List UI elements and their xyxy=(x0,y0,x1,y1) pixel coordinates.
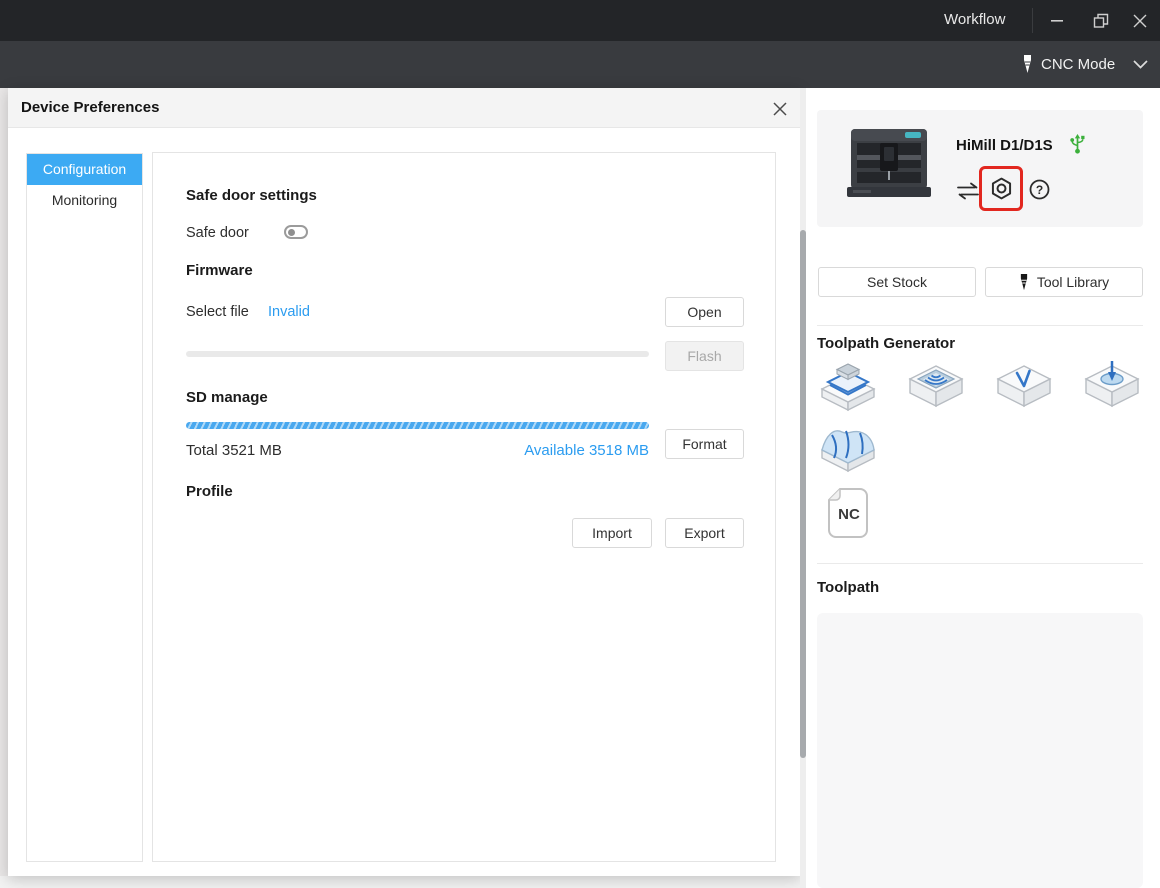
cnc-mode-label: CNC Mode xyxy=(1041,56,1115,73)
drilling-icon xyxy=(1082,360,1142,412)
toolpath-pocketing-button[interactable] xyxy=(906,360,966,412)
sd-usage-bar xyxy=(186,422,649,429)
toolpath-surfacing-button[interactable] xyxy=(818,360,878,412)
sd-total-label: Total 3521 MB xyxy=(186,442,282,459)
firmware-file-status: Invalid xyxy=(268,304,310,320)
relief-carving-icon xyxy=(818,423,878,475)
workflow-side-panel: HiMill D1/D1S ? xyxy=(806,88,1160,888)
toolpath-heading: Toolpath xyxy=(817,579,879,596)
nc-file-button[interactable]: NC xyxy=(828,488,868,538)
drill-bit-icon xyxy=(1022,55,1033,74)
sd-available-label: Available 3518 MB xyxy=(449,442,649,459)
window-title: Workflow xyxy=(944,11,1005,28)
device-name: HiMill D1/D1S xyxy=(956,137,1053,154)
open-button[interactable]: Open xyxy=(665,297,744,327)
v-carve-icon xyxy=(994,360,1054,412)
drill-bit-icon xyxy=(1019,274,1029,291)
background-bottom-strip xyxy=(0,876,806,888)
tool-library-button[interactable]: Tool Library xyxy=(985,267,1143,297)
export-button[interactable]: Export xyxy=(665,518,744,548)
background-left-strip xyxy=(0,88,8,888)
surfacing-icon xyxy=(818,360,878,412)
tool-library-label: Tool Library xyxy=(1037,274,1109,290)
tab-configuration[interactable]: Configuration xyxy=(27,154,142,185)
select-file-label: Select file xyxy=(186,304,249,320)
safe-door-label: Safe door xyxy=(186,225,249,241)
firmware-heading: Firmware xyxy=(186,262,253,279)
dialog-content-panel: Safe door settings Safe door Firmware Se… xyxy=(152,152,776,862)
toolpath-relief-button[interactable] xyxy=(818,423,878,475)
device-card: HiMill D1/D1S ? xyxy=(817,110,1143,227)
nc-file-icon: NC xyxy=(828,488,868,538)
divider xyxy=(817,563,1143,564)
menu-bar: CNC Mode xyxy=(0,41,1160,88)
toolpath-generator-heading: Toolpath Generator xyxy=(817,335,955,352)
toolpath-drilling-button[interactable] xyxy=(1082,360,1142,412)
restore-button[interactable] xyxy=(1084,0,1118,41)
minimize-button[interactable] xyxy=(1040,0,1074,41)
dialog-header: Device Preferences xyxy=(8,88,800,128)
set-stock-button[interactable]: Set Stock xyxy=(818,267,976,297)
svg-text:NC: NC xyxy=(838,506,860,523)
profile-heading: Profile xyxy=(186,483,233,500)
transfer-icon xyxy=(956,182,980,200)
chevron-down-icon xyxy=(1133,60,1148,69)
toolpath-vcarve-button[interactable] xyxy=(994,360,1054,412)
transfer-device-button[interactable] xyxy=(955,181,981,201)
set-stock-label: Set Stock xyxy=(867,274,927,290)
firmware-progress-bar xyxy=(186,351,649,357)
svg-text:?: ? xyxy=(1035,183,1042,197)
format-button[interactable]: Format xyxy=(665,429,744,459)
import-button[interactable]: Import xyxy=(572,518,652,548)
flash-button[interactable]: Flash xyxy=(665,341,744,371)
device-preferences-dialog: Device Preferences Configuration Monitor… xyxy=(8,88,800,876)
device-help-button[interactable]: ? xyxy=(1028,178,1050,200)
safe-door-toggle[interactable] xyxy=(284,225,308,239)
sd-manage-heading: SD manage xyxy=(186,389,268,406)
usb-icon xyxy=(1069,133,1086,154)
divider xyxy=(817,325,1143,326)
dialog-title: Device Preferences xyxy=(21,99,159,116)
close-icon xyxy=(772,101,788,117)
safe-door-settings-heading: Safe door settings xyxy=(186,187,317,204)
cnc-machine-image xyxy=(845,123,933,205)
close-icon xyxy=(1133,14,1147,28)
window-titlebar: Workflow xyxy=(0,0,1160,41)
pocketing-icon xyxy=(906,360,966,412)
dialog-tab-list: Configuration Monitoring xyxy=(26,153,143,862)
close-window-button[interactable] xyxy=(1123,0,1157,41)
titlebar-separator xyxy=(1032,8,1033,33)
minimize-icon xyxy=(1051,20,1063,22)
restore-icon xyxy=(1093,13,1109,29)
toolpath-list-empty xyxy=(817,613,1143,888)
help-icon: ? xyxy=(1029,179,1050,200)
settings-gear-icon xyxy=(990,177,1013,200)
tab-monitoring[interactable]: Monitoring xyxy=(27,185,142,216)
device-settings-button[interactable] xyxy=(989,176,1013,200)
dialog-close-button[interactable] xyxy=(768,97,792,121)
cnc-mode-dropdown[interactable]: CNC Mode xyxy=(1022,41,1148,88)
toggle-knob xyxy=(288,229,295,236)
